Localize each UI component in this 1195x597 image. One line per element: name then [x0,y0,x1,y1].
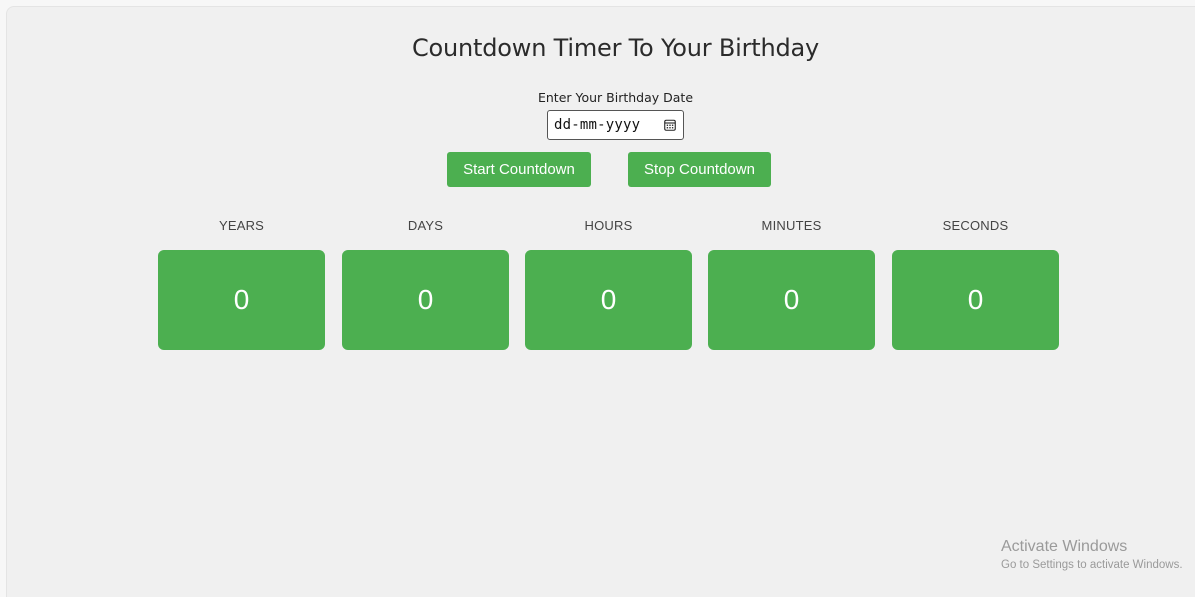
watermark-subtitle: Go to Settings to activate Windows. [1001,559,1183,571]
countdown-days: DAYS 0 [342,218,509,350]
hours-label: HOURS [584,218,633,233]
start-countdown-button[interactable]: Start Countdown [447,152,591,187]
days-value: 0 [342,250,509,350]
hours-value: 0 [525,250,692,350]
birthday-date-input[interactable]: dd-mm-yyyy [547,110,684,140]
seconds-label: SECONDS [942,218,1009,233]
seconds-value: 0 [892,250,1059,350]
watermark-title: Activate Windows [1001,538,1128,555]
page-title: Countdown Timer To Your Birthday [411,34,819,62]
days-label: DAYS [407,218,444,233]
countdown-hours: HOURS 0 [525,218,692,350]
countdown-years: YEARS 0 [158,218,325,350]
minutes-label: MINUTES [761,218,822,233]
minutes-value: 0 [708,250,875,350]
countdown-minutes: MINUTES 0 [708,218,875,350]
birthday-date-placeholder: dd-mm-yyyy [554,117,641,133]
windows-activation-watermark: Activate Windows Go to Settings to activ… [1001,538,1183,571]
countdown-seconds: SECONDS 0 [892,218,1059,350]
years-label: YEARS [218,218,265,233]
stop-countdown-button[interactable]: Stop Countdown [628,152,771,187]
birthday-date-label: Enter Your Birthday Date [537,90,694,105]
years-value: 0 [158,250,325,350]
calendar-icon[interactable] [663,118,677,132]
